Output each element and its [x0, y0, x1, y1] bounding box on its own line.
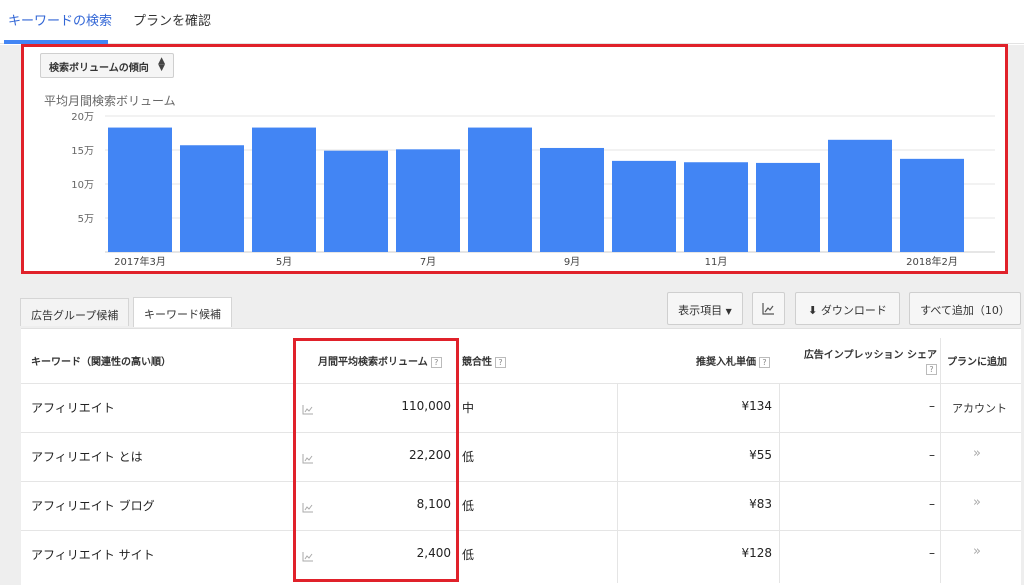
header-bid[interactable]: 推奨入札単価? — [696, 353, 770, 368]
bar-9月[interactable] — [540, 147, 604, 252]
x-tick-label: 11月 — [705, 256, 728, 268]
bid-cell: ¥55 — [749, 448, 772, 462]
account-status: アカウント — [952, 402, 1007, 415]
competition-cell: 低 — [462, 548, 475, 562]
x-tick-label: 5月 — [276, 256, 292, 268]
columns-button[interactable]: 表示項目 ▼ — [667, 292, 743, 325]
y-tick-label: 20万 — [71, 112, 94, 123]
search-volume-bar-chart: 20万 15万 10万 5万 2017年3月 5月 7月 9月 11月 2018年2月 — [71, 112, 995, 268]
keyword-cell: アフィリエイト サイト — [31, 548, 155, 562]
help-icon[interactable]: ? — [926, 364, 937, 375]
bar-2017年3月[interactable] — [108, 127, 172, 252]
tab-ad-group-ideas[interactable]: 広告グループ候補 — [20, 298, 130, 326]
trend-dropdown-label: 検索ボリュームの傾向 — [49, 63, 149, 74]
bar-2017年12月[interactable] — [756, 162, 820, 252]
sort-arrows-icon: ▲ ▼ — [158, 56, 165, 73]
impression-share-cell: – — [929, 497, 935, 511]
header-competition-label: 競合性 — [462, 357, 492, 368]
dropdown-caret-icon: ▼ — [725, 307, 732, 316]
table-row: アフィリエイト とは 22,200 低 ¥55–» — [21, 432, 1021, 481]
y-tick-label: 5万 — [78, 214, 94, 225]
add-to-plan-button[interactable]: » — [973, 446, 981, 461]
header-competition[interactable]: 競合性? — [462, 353, 506, 368]
download-label: ダウンロード — [820, 304, 887, 317]
x-tick-label: 2017年3月 — [114, 255, 166, 268]
header-add-to-plan: プランに追加 — [947, 357, 1007, 368]
add-to-plan-button[interactable]: » — [973, 495, 981, 510]
impression-share-cell: – — [929, 546, 935, 560]
column-divider — [779, 383, 780, 583]
add-to-plan-button[interactable]: » — [973, 544, 981, 559]
line-chart-icon — [762, 303, 774, 315]
header-impression-share-label: 広告インプレッション シェア — [803, 350, 937, 361]
competition-cell: 中 — [462, 401, 475, 415]
bid-cell: ¥83 — [749, 497, 772, 511]
top-nav: キーワードの検索 プランを確認 — [0, 0, 1024, 44]
tab-keyword-ideas[interactable]: キーワード候補 — [133, 297, 232, 327]
bar-7月[interactable] — [396, 149, 460, 252]
header-bid-label: 推奨入札単価 — [696, 357, 756, 368]
column-divider — [940, 338, 941, 583]
x-tick-label: 9月 — [564, 256, 580, 268]
tab-keyword-search[interactable]: キーワードの検索 — [8, 10, 112, 29]
table-row: アフィリエイト ブログ 8,100 低 ¥83–» — [21, 481, 1021, 530]
keyword-cell: アフィリエイト とは — [31, 450, 143, 464]
bar-2018年2月[interactable] — [900, 158, 964, 252]
impression-share-cell: – — [929, 448, 935, 462]
x-tick-label: 2018年2月 — [906, 255, 958, 268]
download-button[interactable]: ⬇ ダウンロード — [795, 292, 900, 325]
bar-2017年4月[interactable] — [180, 145, 244, 252]
chart-toggle-button[interactable] — [752, 292, 785, 325]
download-icon: ⬇ — [808, 304, 818, 317]
competition-cell: 低 — [462, 499, 475, 513]
chart-title: 平均月間検索ボリューム — [44, 94, 176, 108]
bar-2017年10月[interactable] — [612, 160, 676, 252]
trend-dropdown-button[interactable]: 検索ボリュームの傾向 ▲ ▼ — [40, 53, 174, 78]
help-icon[interactable]: ? — [495, 356, 506, 368]
impression-share-cell: – — [929, 399, 935, 413]
table-row: アフィリエイト サイト 2,400 低 ¥128–» — [21, 530, 1021, 579]
table-row: アフィリエイト 110,000 中 ¥134– アカウント — [21, 383, 1021, 432]
column-divider — [617, 383, 618, 583]
tab-plan-review[interactable]: プランを確認 — [133, 10, 211, 29]
header-impression-share[interactable]: 広告インプレッション シェア ? — [797, 346, 937, 376]
x-tick-label: 7月 — [420, 256, 436, 268]
bid-cell: ¥134 — [741, 399, 772, 413]
header-keyword[interactable]: キーワード（関連性の高い順） — [31, 353, 171, 368]
help-icon[interactable]: ? — [759, 356, 770, 368]
bar-2017年6月[interactable] — [324, 150, 388, 252]
volume-column-highlight — [293, 338, 459, 582]
competition-cell: 低 — [462, 450, 475, 464]
columns-label: 表示項目 — [678, 304, 723, 317]
bar-5月[interactable] — [252, 127, 316, 252]
bar-2017年8月[interactable] — [468, 127, 532, 252]
keyword-cell: アフィリエイト — [31, 401, 115, 415]
keyword-cell: アフィリエイト ブログ — [31, 499, 155, 513]
y-tick-label: 10万 — [71, 180, 94, 191]
bar-2018年1月[interactable] — [828, 139, 892, 252]
bid-cell: ¥128 — [741, 546, 772, 560]
bar-11月[interactable] — [684, 162, 748, 252]
add-all-button[interactable]: すべて追加（10） — [909, 292, 1021, 325]
y-tick-label: 15万 — [71, 146, 94, 157]
